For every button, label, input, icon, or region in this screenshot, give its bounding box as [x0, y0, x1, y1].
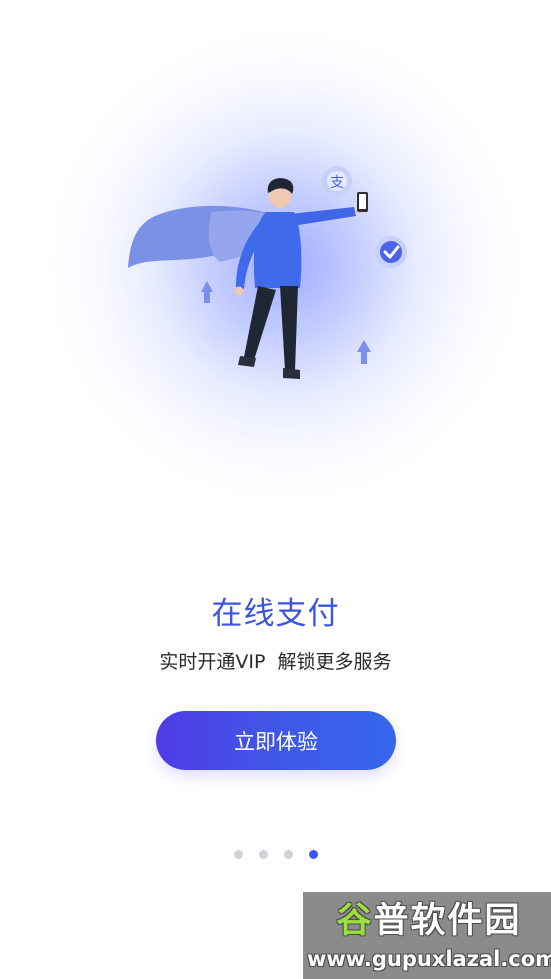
- leg-right: [280, 286, 298, 370]
- arm-right: [290, 207, 356, 226]
- page-indicator: [0, 848, 551, 860]
- up-arrow-left: [201, 281, 213, 303]
- page-subtitle: 实时开通VIP 解锁更多服务: [159, 651, 392, 673]
- superhero-illustration: 支: [128, 166, 407, 379]
- watermark: 谷普软件园 www.gupuxlazal.com: [303, 892, 551, 979]
- hero-illustration-area: 支: [0, 0, 551, 560]
- watermark-title-rest: 普软件园: [373, 901, 522, 941]
- watermark-url: www.gupuxlazal.com: [307, 947, 551, 971]
- watermark-title-accent: 谷: [336, 901, 374, 941]
- page-dot-3[interactable]: [283, 849, 293, 859]
- phone-screen: [359, 194, 366, 209]
- page-title: 在线支付: [211, 596, 340, 632]
- page-dot-4-active[interactable]: [308, 849, 318, 859]
- page-dot-2[interactable]: [258, 849, 268, 859]
- alipay-icon: 支: [330, 175, 344, 191]
- up-arrow-right: [357, 340, 371, 364]
- leg-left: [244, 286, 276, 360]
- shoe-right: [283, 368, 300, 379]
- page-dot-1[interactable]: [233, 849, 243, 859]
- hand-left: [234, 286, 244, 296]
- watermark-title: 谷普软件园: [309, 900, 549, 942]
- try-now-button[interactable]: 立即体验: [156, 711, 396, 770]
